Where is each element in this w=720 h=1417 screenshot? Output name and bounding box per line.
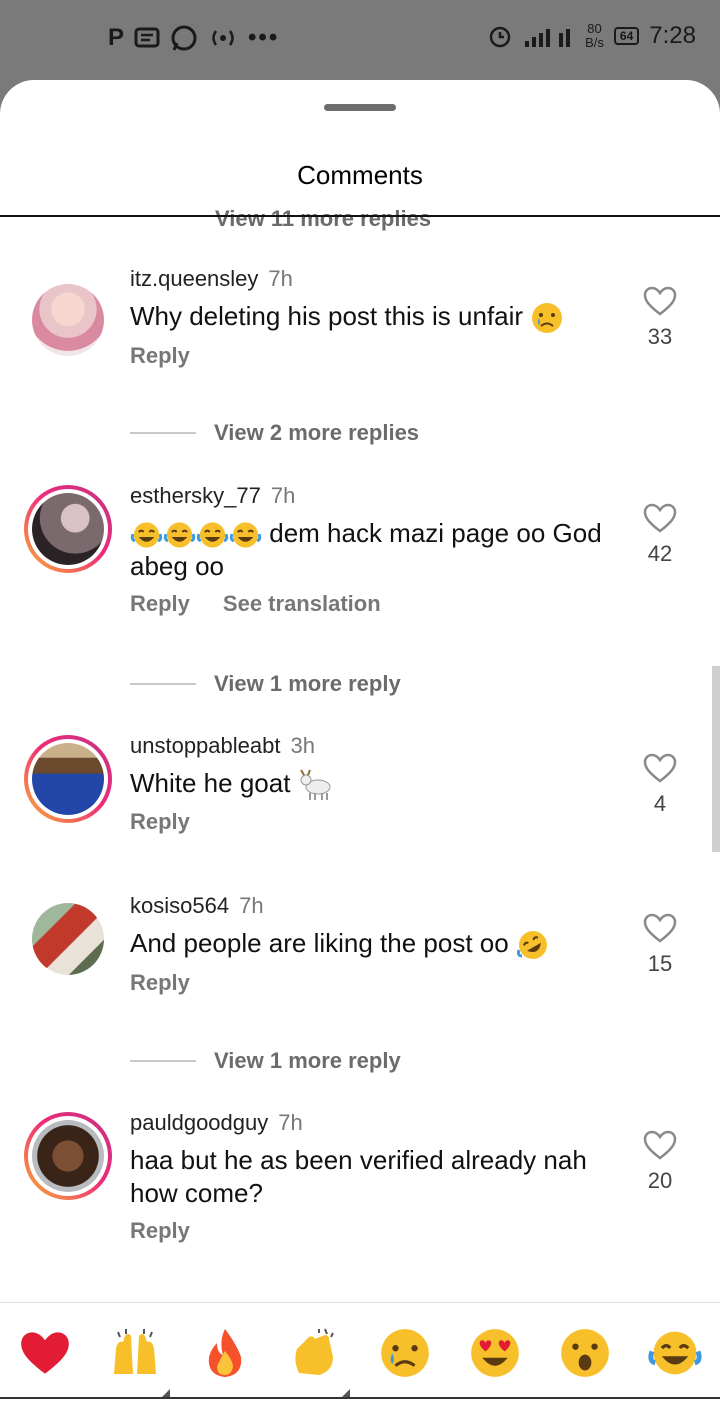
sheet-title: Comments bbox=[297, 160, 423, 190]
heart-outline-icon[interactable] bbox=[643, 913, 677, 943]
reaction-red-heart[interactable] bbox=[17, 1325, 73, 1381]
title-divider bbox=[0, 215, 720, 217]
scrollbar[interactable] bbox=[712, 666, 720, 852]
reply-button[interactable]: Reply bbox=[130, 343, 190, 369]
network-speed: 80 B/s bbox=[585, 21, 604, 50]
laugh-cry-emoji-icon bbox=[130, 522, 163, 548]
view-more-replies[interactable]: View 1 more reply bbox=[130, 671, 401, 697]
clipped-view-replies[interactable]: View 11 more replies bbox=[215, 206, 431, 232]
reply-button[interactable]: Reply bbox=[130, 970, 190, 996]
view-replies-label[interactable]: View 1 more reply bbox=[214, 1048, 401, 1074]
like-count: 42 bbox=[647, 541, 673, 566]
heart-outline-icon[interactable] bbox=[643, 1130, 677, 1160]
avatar-image bbox=[32, 284, 104, 356]
view-more-replies[interactable]: View 2 more replies bbox=[130, 420, 419, 446]
more-notifications-icon: ••• bbox=[248, 24, 280, 51]
reaction-heart-eyes[interactable] bbox=[467, 1325, 523, 1381]
reaction-fire[interactable] bbox=[197, 1325, 253, 1381]
view-replies-label[interactable]: View 1 more reply bbox=[214, 671, 401, 697]
heart-outline-icon[interactable] bbox=[643, 503, 677, 533]
reaction-sad-tear[interactable] bbox=[377, 1325, 433, 1381]
red-heart-icon bbox=[21, 1332, 69, 1374]
rofl-emoji-icon bbox=[516, 931, 547, 960]
comment-time: 7h bbox=[239, 893, 264, 918]
reaction-astonished[interactable] bbox=[557, 1325, 613, 1381]
comment-username[interactable]: unstoppableabt bbox=[130, 733, 280, 758]
comment-text: Why deleting his post this is unfair bbox=[130, 301, 524, 331]
like-count: 4 bbox=[653, 791, 667, 816]
status-left-icons: P ••• bbox=[108, 24, 279, 52]
thread-line bbox=[130, 683, 196, 685]
thread-line bbox=[130, 1060, 196, 1062]
whatsapp-icon bbox=[171, 25, 197, 51]
signal-icon bbox=[525, 29, 571, 47]
comment-time: 7h bbox=[268, 266, 293, 291]
comment-text: haa but he as been verified already nah … bbox=[130, 1145, 587, 1208]
status-bar: P ••• 80 B/s 64 7:28 bbox=[0, 0, 720, 80]
clapping-hands-icon bbox=[295, 1328, 334, 1375]
message-icon bbox=[134, 27, 160, 48]
quick-reaction-bar bbox=[0, 1302, 720, 1417]
comment-text: And people are liking the post oo bbox=[130, 928, 509, 958]
avatar[interactable] bbox=[24, 735, 112, 823]
thread-line bbox=[130, 432, 196, 434]
reaction-clapping-hands[interactable] bbox=[287, 1325, 343, 1381]
comment-username[interactable]: itz.queensley bbox=[130, 266, 258, 291]
laugh-cry-emoji-icon bbox=[163, 522, 196, 548]
like-control[interactable]: 4 bbox=[638, 753, 682, 817]
comment-time: 3h bbox=[290, 733, 315, 758]
comment-username[interactable]: pauldgoodguy bbox=[130, 1110, 268, 1135]
p-app-icon: P bbox=[108, 24, 125, 51]
comment-username[interactable]: kosiso564 bbox=[130, 893, 229, 918]
clock: 7:28 bbox=[649, 22, 696, 49]
bottom-divider bbox=[0, 1397, 720, 1399]
like-control[interactable]: 20 bbox=[638, 1130, 682, 1194]
astonished-icon bbox=[561, 1329, 609, 1377]
comment-time: 7h bbox=[270, 483, 296, 508]
reaction-raising-hands[interactable] bbox=[107, 1325, 163, 1381]
avatar[interactable] bbox=[24, 276, 112, 364]
battery-indicator: 64 bbox=[613, 27, 640, 45]
comment-time: 7h bbox=[278, 1110, 303, 1135]
avatar[interactable] bbox=[24, 1112, 112, 1200]
like-control[interactable]: 15 bbox=[638, 913, 682, 977]
avatar[interactable] bbox=[24, 485, 112, 573]
avatar-image bbox=[32, 903, 104, 975]
laugh-cry-icon bbox=[648, 1331, 702, 1375]
laugh-cry-emoji-icon bbox=[196, 522, 229, 548]
comment-text: White he goat bbox=[130, 768, 291, 798]
reply-button[interactable]: Reply bbox=[130, 591, 190, 617]
view-more-replies[interactable]: View 1 more reply bbox=[130, 1048, 401, 1074]
avatar-image bbox=[32, 493, 104, 565]
avatar[interactable] bbox=[24, 895, 112, 983]
heart-outline-icon[interactable] bbox=[643, 286, 677, 316]
reply-button[interactable]: Reply bbox=[130, 809, 190, 835]
fire-icon bbox=[208, 1329, 242, 1377]
like-control[interactable]: 42 bbox=[638, 503, 682, 567]
like-count: 20 bbox=[647, 1168, 673, 1193]
sad-tear-icon bbox=[381, 1329, 429, 1377]
raising-hands-icon bbox=[114, 1329, 156, 1374]
alarm-icon bbox=[489, 26, 511, 48]
laugh-cry-emoji-icon bbox=[229, 522, 262, 548]
avatar-image bbox=[32, 743, 104, 815]
view-replies-label[interactable]: View 2 more replies bbox=[214, 420, 419, 446]
like-control[interactable]: 33 bbox=[638, 286, 682, 350]
goat-emoji-icon bbox=[299, 769, 331, 801]
reaction-laugh-cry[interactable] bbox=[647, 1325, 703, 1381]
comment-username[interactable]: esthersky_77 bbox=[130, 483, 261, 508]
heart-eyes-icon bbox=[471, 1329, 519, 1377]
heart-outline-icon[interactable] bbox=[643, 753, 677, 783]
hotspot-icon bbox=[212, 30, 234, 46]
avatar-image bbox=[32, 1120, 104, 1192]
see-translation-button[interactable]: See translation bbox=[223, 591, 381, 617]
like-count: 33 bbox=[647, 324, 673, 349]
like-count: 15 bbox=[647, 951, 673, 976]
reply-button[interactable]: Reply bbox=[130, 1218, 190, 1244]
status-right-icons: 80 B/s 64 7:28 bbox=[487, 22, 696, 50]
sad-tear-emoji-icon bbox=[532, 303, 563, 334]
comments-sheet: Comments View 11 more replies itz.queens… bbox=[0, 80, 720, 1417]
drag-handle[interactable] bbox=[324, 104, 396, 111]
